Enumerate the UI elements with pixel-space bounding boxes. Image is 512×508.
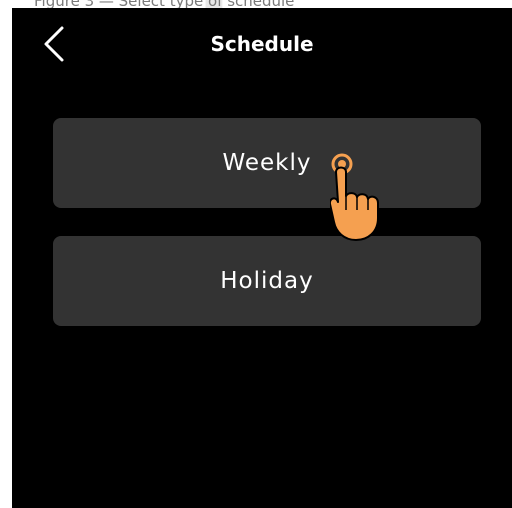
page-title: Schedule — [210, 32, 314, 56]
weekly-button-label: Weekly — [222, 150, 312, 176]
holiday-button-label: Holiday — [220, 268, 314, 294]
tap-hand-icon — [328, 152, 400, 244]
weekly-button[interactable]: Weekly — [53, 118, 481, 208]
device-screen: Schedule Weekly Holiday — [12, 8, 512, 508]
holiday-button[interactable]: Holiday — [53, 236, 481, 326]
